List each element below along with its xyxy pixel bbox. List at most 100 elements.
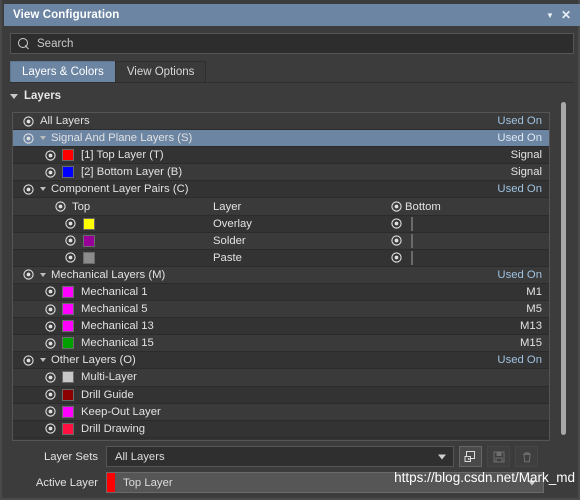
row-status-label: Signal <box>510 149 542 162</box>
layer-color-swatch[interactable] <box>83 217 95 230</box>
layer-color-swatch[interactable] <box>62 405 74 418</box>
visibility-eye-icon[interactable] <box>391 235 402 246</box>
expander-triangle-icon[interactable] <box>40 187 46 192</box>
pair-layer-name: Paste <box>213 251 242 264</box>
expander-triangle-icon[interactable] <box>40 358 46 363</box>
scrollbar-thumb[interactable] <box>560 102 566 435</box>
row-status-label: M5 <box>526 303 542 316</box>
row-status-label: Used On <box>497 183 542 196</box>
visibility-eye-icon[interactable] <box>23 355 34 366</box>
active-layer-value: Top Layer <box>123 476 173 489</box>
view-configuration-panel: View Configuration ▼ ✕ Layers & Colors V… <box>0 0 580 500</box>
layer-row[interactable]: Drill Guide <box>13 386 549 404</box>
layer-row-label: Drill Guide <box>81 388 134 401</box>
layer-row[interactable]: Mechanical 13 M13 <box>13 318 549 336</box>
visibility-eye-icon[interactable] <box>45 338 56 349</box>
layer-color-swatch[interactable] <box>62 303 74 316</box>
delete-layer-set-button[interactable] <box>515 446 538 467</box>
layer-row-label: Mechanical 15 <box>81 337 154 350</box>
layer-color-swatch[interactable] <box>62 388 74 401</box>
layer-row[interactable]: Drill Drawing <box>13 420 549 438</box>
expander-triangle-icon[interactable] <box>40 136 46 141</box>
expander-triangle-icon[interactable] <box>40 272 46 277</box>
layer-color-swatch[interactable] <box>411 250 413 265</box>
visibility-eye-icon[interactable] <box>65 218 76 229</box>
expander-triangle-icon[interactable] <box>10 93 18 99</box>
layer-row[interactable]: Keep-Out Layer <box>13 403 549 421</box>
chevron-down-icon[interactable]: ▼ <box>542 7 558 23</box>
chevron-down-icon[interactable] <box>438 454 446 459</box>
layer-row[interactable]: All Layers Used On <box>13 113 549 131</box>
tab-view-options[interactable]: View Options <box>114 61 207 82</box>
pair-layer-name: Solder <box>213 234 246 247</box>
layer-row[interactable]: Mechanical 1 M1 <box>13 283 549 302</box>
visibility-eye-icon[interactable] <box>23 269 34 281</box>
row-status-label: Used On <box>497 354 542 367</box>
other-group-label: Other Layers (O) <box>51 354 136 367</box>
save-layer-set-button[interactable] <box>487 446 510 467</box>
component-pair-row[interactable]: Overlay <box>13 215 549 233</box>
layer-sets-label: Layer Sets <box>43 450 98 463</box>
visibility-eye-icon[interactable] <box>65 252 76 263</box>
new-layer-set-button[interactable] <box>459 446 482 467</box>
save-icon <box>493 451 504 462</box>
search-bar[interactable] <box>10 33 574 54</box>
component-pair-row[interactable]: Solder <box>13 232 549 250</box>
visibility-eye-icon[interactable] <box>55 201 66 212</box>
layer-row-label: [1] Top Layer (T) <box>81 149 164 162</box>
window-title: View Configuration <box>13 9 120 21</box>
layer-row[interactable]: [1] Top Layer (T) Signal <box>13 147 549 165</box>
layer-color-swatch[interactable] <box>62 166 74 179</box>
visibility-eye-icon[interactable] <box>391 218 402 229</box>
layer-sets-dropdown[interactable]: All Layers <box>106 446 454 467</box>
layers-list[interactable]: All Layers Used On Signal And Plane Layers… <box>12 112 550 441</box>
layer-row[interactable]: Multi-Layer <box>13 369 549 387</box>
visibility-eye-icon[interactable] <box>391 201 402 212</box>
layer-row-label: [2] Bottom Layer (B) <box>81 166 183 179</box>
visibility-eye-icon[interactable] <box>45 303 56 315</box>
visibility-eye-icon[interactable] <box>45 389 56 400</box>
visibility-eye-icon[interactable] <box>23 132 34 144</box>
layer-color-swatch[interactable] <box>62 285 74 298</box>
visibility-eye-icon[interactable] <box>23 184 34 195</box>
layer-row[interactable]: Signal And Plane Layers (S) Used On <box>13 130 549 148</box>
layers-group-header[interactable]: Layers <box>10 90 61 102</box>
component-pair-row[interactable]: Paste <box>13 249 549 267</box>
visibility-eye-icon[interactable] <box>45 321 56 332</box>
mechanical-group-row[interactable]: Mechanical Layers (M) Used On <box>13 266 549 284</box>
layer-color-swatch[interactable] <box>83 251 95 264</box>
layer-row[interactable]: Component Layer Pairs (C) Used On <box>13 181 549 199</box>
trash-icon <box>522 451 531 462</box>
visibility-eye-icon[interactable] <box>45 286 56 298</box>
layer-color-swatch[interactable] <box>83 234 95 247</box>
active-layer-label: Active Layer <box>35 476 98 489</box>
other-group-row[interactable]: Other Layers (O) Used On <box>13 352 549 370</box>
search-input[interactable] <box>37 37 548 50</box>
visibility-eye-icon[interactable] <box>45 423 56 434</box>
layer-color-swatch[interactable] <box>62 371 74 384</box>
visibility-eye-icon[interactable] <box>23 115 34 127</box>
layer-color-swatch[interactable] <box>62 320 74 333</box>
layer-color-swatch[interactable] <box>62 422 74 435</box>
tab-layers-and-colors[interactable]: Layers & Colors <box>10 61 116 82</box>
layer-row[interactable]: Mechanical 15 M15 <box>13 335 549 353</box>
mechanical-group-label: Mechanical Layers (M) <box>51 268 166 281</box>
visibility-eye-icon[interactable] <box>45 167 56 178</box>
layer-color-swatch[interactable] <box>62 337 74 350</box>
search-icon <box>18 37 30 50</box>
pair-top-column-label: Top <box>72 200 91 213</box>
pair-layer-column-label: Layer <box>213 200 242 213</box>
pair-bottom-column-label: Bottom <box>405 200 441 213</box>
layer-row[interactable]: [2] Bottom Layer (B) Signal <box>13 164 549 182</box>
visibility-eye-icon[interactable] <box>65 235 76 246</box>
layer-row[interactable]: Mechanical 5 M5 <box>13 301 549 319</box>
visibility-eye-icon[interactable] <box>45 372 56 383</box>
visibility-eye-icon[interactable] <box>45 406 56 417</box>
layer-color-swatch[interactable] <box>411 233 413 248</box>
visibility-eye-icon[interactable] <box>391 252 402 263</box>
layers-list-scrollbar[interactable] <box>558 97 568 441</box>
close-icon[interactable]: ✕ <box>558 7 574 23</box>
layer-color-swatch[interactable] <box>411 216 413 231</box>
visibility-eye-icon[interactable] <box>45 150 56 161</box>
layer-color-swatch[interactable] <box>62 149 74 162</box>
